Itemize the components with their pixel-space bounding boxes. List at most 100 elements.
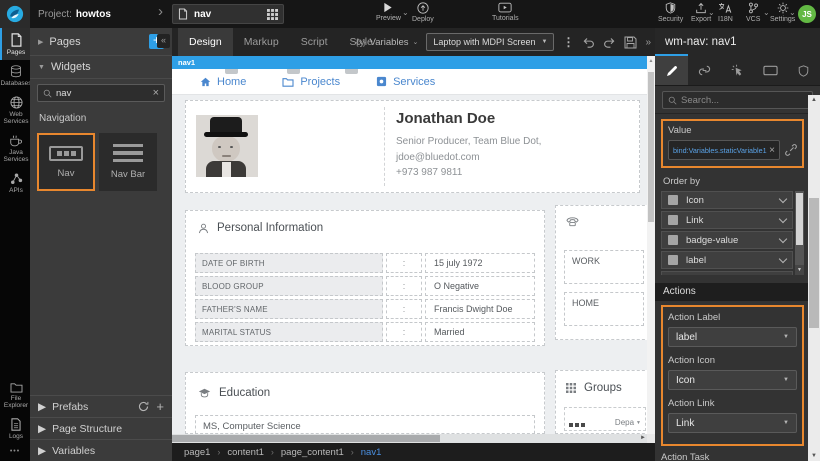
scroll-up-icon[interactable]: ▲ [808, 97, 820, 103]
i18n-button[interactable]: I18N [718, 2, 733, 23]
vcs-button[interactable]: VCS [746, 2, 760, 23]
selected-widget-tag[interactable]: nav1 [172, 56, 647, 69]
tutorials-button[interactable]: Tutorials [492, 2, 519, 22]
nav-item-home[interactable]: Home [200, 76, 246, 88]
page-selector[interactable]: nav [172, 4, 284, 24]
vcs-dropdown-icon[interactable]: ⌄ [763, 8, 770, 17]
scroll-up-icon[interactable]: ▲ [647, 58, 655, 64]
tab-device[interactable] [754, 56, 787, 85]
panel-scrollbar[interactable]: ▲ ▼ [808, 95, 820, 461]
widget-handle[interactable] [345, 69, 358, 74]
scroll-down-icon[interactable]: ▼ [795, 265, 804, 275]
variables-button[interactable]: {x} Variables ⌄ [356, 37, 419, 48]
table-row[interactable]: FATHER'S NAME : Francis Dwight Doe [195, 299, 535, 319]
breadcrumb-item-current[interactable]: nav1 [361, 447, 382, 458]
order-item-label[interactable]: label [661, 251, 793, 269]
groups-row[interactable]: Depa ▼ [564, 407, 646, 431]
scrollbar-thumb[interactable] [796, 193, 803, 245]
deploy-button[interactable]: Deploy [412, 2, 434, 23]
widgets-section-header[interactable]: ▼ Widgets [30, 56, 172, 79]
tab-bind[interactable] [688, 56, 721, 85]
nav-item-services[interactable]: Services [376, 76, 435, 88]
education-row[interactable]: MS, Computer Science [195, 415, 535, 434]
pages-section-header[interactable]: ▶ Pages + [30, 28, 172, 56]
breadcrumb-item[interactable]: content1 [227, 447, 263, 458]
clear-search-icon[interactable]: × [153, 87, 159, 99]
widget-tile-navbar[interactable]: Nav Bar [99, 133, 157, 191]
order-item-partial[interactable] [661, 271, 793, 275]
settings-dropdown-icon[interactable]: ⌄ [789, 8, 796, 17]
property-search-input[interactable] [681, 95, 807, 106]
pages-grid-icon[interactable] [267, 9, 278, 20]
rail-more-icon[interactable]: ••• [0, 444, 30, 461]
rail-item-file-explorer[interactable]: File Explorer [0, 377, 30, 413]
order-item-link[interactable]: Link [661, 211, 793, 229]
breadcrumb-item[interactable]: page_content1 [281, 447, 344, 458]
contact-work-box[interactable]: WORK [564, 250, 644, 284]
security-button[interactable]: Security [658, 2, 683, 23]
rail-item-pages[interactable]: Pages [0, 28, 30, 60]
clear-binding-icon[interactable]: × [769, 145, 775, 156]
table-row[interactable]: DATE OF BIRTH : 15 july 1972 [195, 253, 535, 273]
widget-handle[interactable] [225, 69, 238, 74]
education-card[interactable]: Education MS, Computer Science [185, 372, 545, 434]
nav-item-projects[interactable]: Projects [282, 76, 340, 88]
profile-card[interactable]: Jonathan Doe Senior Producer, Team Blue … [185, 100, 640, 193]
tab-script[interactable]: Script [290, 28, 339, 56]
checkbox[interactable] [668, 215, 678, 225]
actions-section-header[interactable]: Actions [655, 283, 808, 301]
expand-right-icon[interactable]: » [645, 37, 651, 48]
tab-events[interactable] [721, 56, 754, 85]
value-binding-input[interactable] [673, 146, 767, 155]
variables-section-header[interactable]: ▶ Variables [30, 439, 172, 461]
breadcrumb-item[interactable]: page1 [184, 447, 210, 458]
tab-markup[interactable]: Markup [233, 28, 290, 56]
wavemaker-logo[interactable] [0, 0, 30, 28]
chevron-down-icon[interactable] [779, 194, 787, 202]
order-item-icon[interactable]: Icon [661, 191, 793, 209]
scroll-right-icon[interactable]: ► [640, 434, 646, 443]
rail-item-logs[interactable]: Logs [0, 413, 30, 444]
scrollbar-thumb[interactable] [648, 72, 654, 222]
groups-card[interactable]: Groups Depa ▼ [555, 370, 647, 434]
action-label-select[interactable]: label ▼ [668, 327, 797, 347]
tab-properties[interactable] [655, 56, 688, 85]
canvas-vertical-scrollbar[interactable]: ▲ [647, 56, 655, 434]
user-avatar[interactable]: JS [798, 5, 816, 23]
export-dropdown-icon[interactable]: ⌄ [708, 8, 715, 17]
collapse-panel-button[interactable]: « [157, 34, 170, 48]
checkbox[interactable] [668, 235, 678, 245]
save-icon[interactable] [624, 36, 637, 49]
widget-handle[interactable] [287, 69, 300, 74]
prefabs-section-header[interactable]: ▶ Prefabs + [30, 395, 172, 417]
undo-icon[interactable] [582, 37, 595, 48]
rail-item-web-services[interactable]: Web Services [0, 91, 30, 129]
action-link-select[interactable]: Link ▼ [668, 413, 797, 433]
scrollbar-thumb[interactable] [172, 435, 440, 442]
contact-card[interactable]: WORK HOME [555, 205, 647, 340]
widget-search-input[interactable] [56, 88, 149, 99]
nav-widget[interactable]: Home Projects Services [172, 69, 647, 95]
action-icon-select[interactable]: Icon ▼ [668, 370, 797, 390]
order-list-scrollbar[interactable]: ▼ [795, 191, 804, 275]
property-search[interactable] [662, 91, 813, 109]
preview-button[interactable]: Preview [376, 2, 401, 22]
rail-item-java-services[interactable]: Java Services [0, 129, 30, 167]
chevron-down-icon[interactable] [779, 214, 787, 222]
contact-home-box[interactable]: HOME [564, 292, 644, 326]
canvas-horizontal-scrollbar[interactable]: ► [172, 434, 647, 443]
personal-info-card[interactable]: Personal Information DATE OF BIRTH : 15 … [185, 210, 545, 346]
rail-item-databases[interactable]: Databases [0, 60, 30, 91]
value-binding-field[interactable]: × [668, 140, 780, 160]
table-row[interactable]: BLOOD GROUP : O Negative [195, 276, 535, 296]
order-item-badge-value[interactable]: badge-value [661, 231, 793, 249]
checkbox[interactable] [668, 255, 678, 265]
checkbox[interactable] [668, 195, 678, 205]
tab-design[interactable]: Design [178, 28, 233, 56]
widget-search[interactable]: × [37, 84, 165, 102]
refresh-icon[interactable] [138, 401, 149, 412]
preview-dropdown-icon[interactable]: ⌄ [402, 8, 409, 17]
rail-item-apis[interactable]: APIs [0, 167, 30, 198]
page-structure-section-header[interactable]: ▶ Page Structure [30, 417, 172, 439]
chevron-down-icon[interactable] [779, 234, 787, 242]
